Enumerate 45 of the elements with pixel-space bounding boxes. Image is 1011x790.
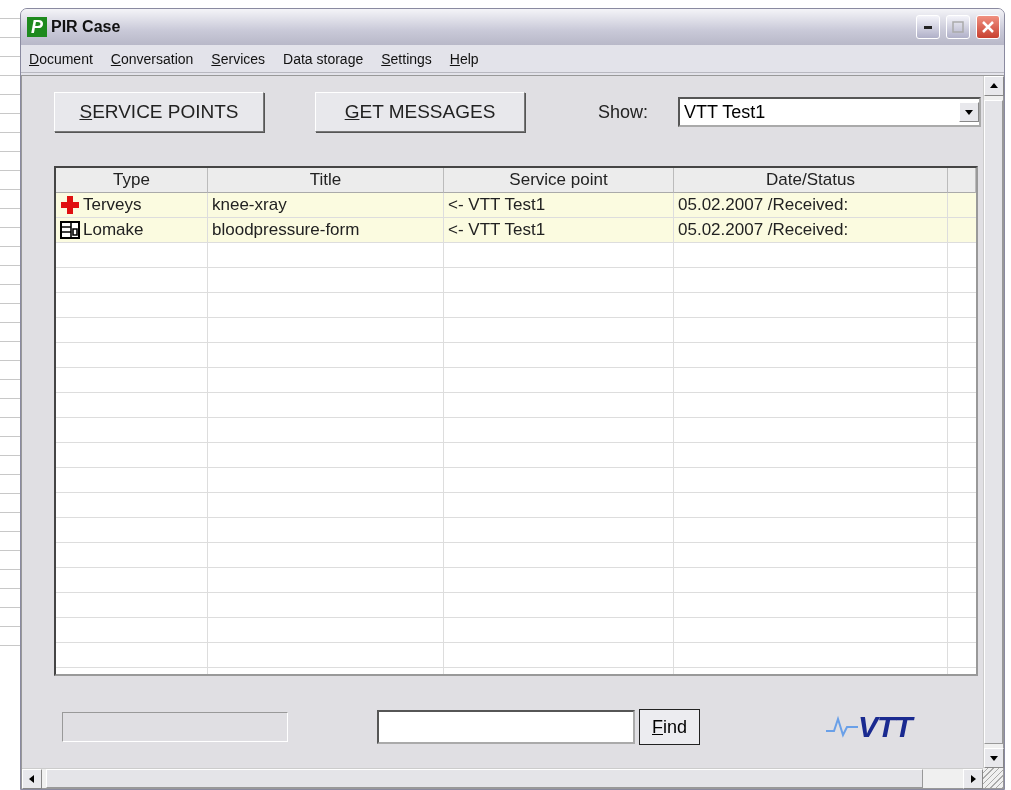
menu-item[interactable]: Settings <box>381 50 432 67</box>
table-cell: <- VTT Test1 <box>444 193 674 217</box>
menu-item[interactable]: Help <box>449 50 479 67</box>
column-header[interactable]: Title <box>208 168 444 193</box>
table-cell: Lomake <box>56 218 208 242</box>
medical-cross-icon <box>60 195 80 215</box>
show-label: Show: <box>597 101 648 123</box>
minimize-button[interactable] <box>916 15 940 39</box>
service-points-button[interactable]: SERVICE POINTS <box>54 92 264 132</box>
close-icon <box>981 20 995 34</box>
table-cell: Terveys <box>56 193 208 217</box>
menu-item[interactable]: Services <box>211 50 266 67</box>
menu-item[interactable]: Conversation <box>110 50 194 67</box>
get-messages-button[interactable]: GET MESSAGES <box>315 92 525 132</box>
search-field[interactable] <box>377 710 635 744</box>
scroll-right-icon <box>968 774 978 784</box>
find-button[interactable]: Find <box>639 709 701 745</box>
column-header[interactable]: Date/Status <box>674 168 948 193</box>
table-row[interactable]: Terveys knee-xray <- VTT Test1 05.02.2007 /Received: <box>56 193 976 218</box>
horizontal-scrollbar[interactable] <box>22 768 983 788</box>
scroll-down-icon <box>989 753 999 763</box>
scroll-left-icon <box>27 774 37 784</box>
table-cell: <- VTT Test1 <box>444 218 674 242</box>
table-cell: knee-xray <box>208 193 444 217</box>
menu-item[interactable]: Document <box>29 50 93 67</box>
minimize-icon <box>924 25 932 29</box>
app-logo: P <box>27 17 47 37</box>
form-icon <box>60 221 80 239</box>
resize-grip[interactable] <box>983 768 1003 788</box>
window-title: PIR Case <box>51 18 122 36</box>
column-header[interactable]: Service point <box>444 168 674 193</box>
maximize-icon <box>952 21 964 33</box>
table-cell: 05.02.2007 /Received: <box>674 218 948 242</box>
maximize-button[interactable] <box>946 15 970 39</box>
vertical-scrollbar[interactable] <box>983 76 1003 768</box>
scroll-up-icon <box>989 81 999 91</box>
menu-item[interactable]: Data storage <box>283 50 364 67</box>
dropdown-arrow-icon <box>964 107 974 117</box>
table-cell: bloodpressure-form <box>208 218 444 242</box>
table-cell: 05.02.2007 /Received: <box>674 193 948 217</box>
table-row[interactable]: Lomake bloodpressure-form <- VTT Test1 05.02.2007 /Received: <box>56 218 976 243</box>
close-button[interactable] <box>976 15 1000 39</box>
column-header[interactable]: Type <box>56 168 208 193</box>
show-dropdown[interactable]: VTT Test1 <box>678 97 981 127</box>
column-header <box>948 168 976 193</box>
